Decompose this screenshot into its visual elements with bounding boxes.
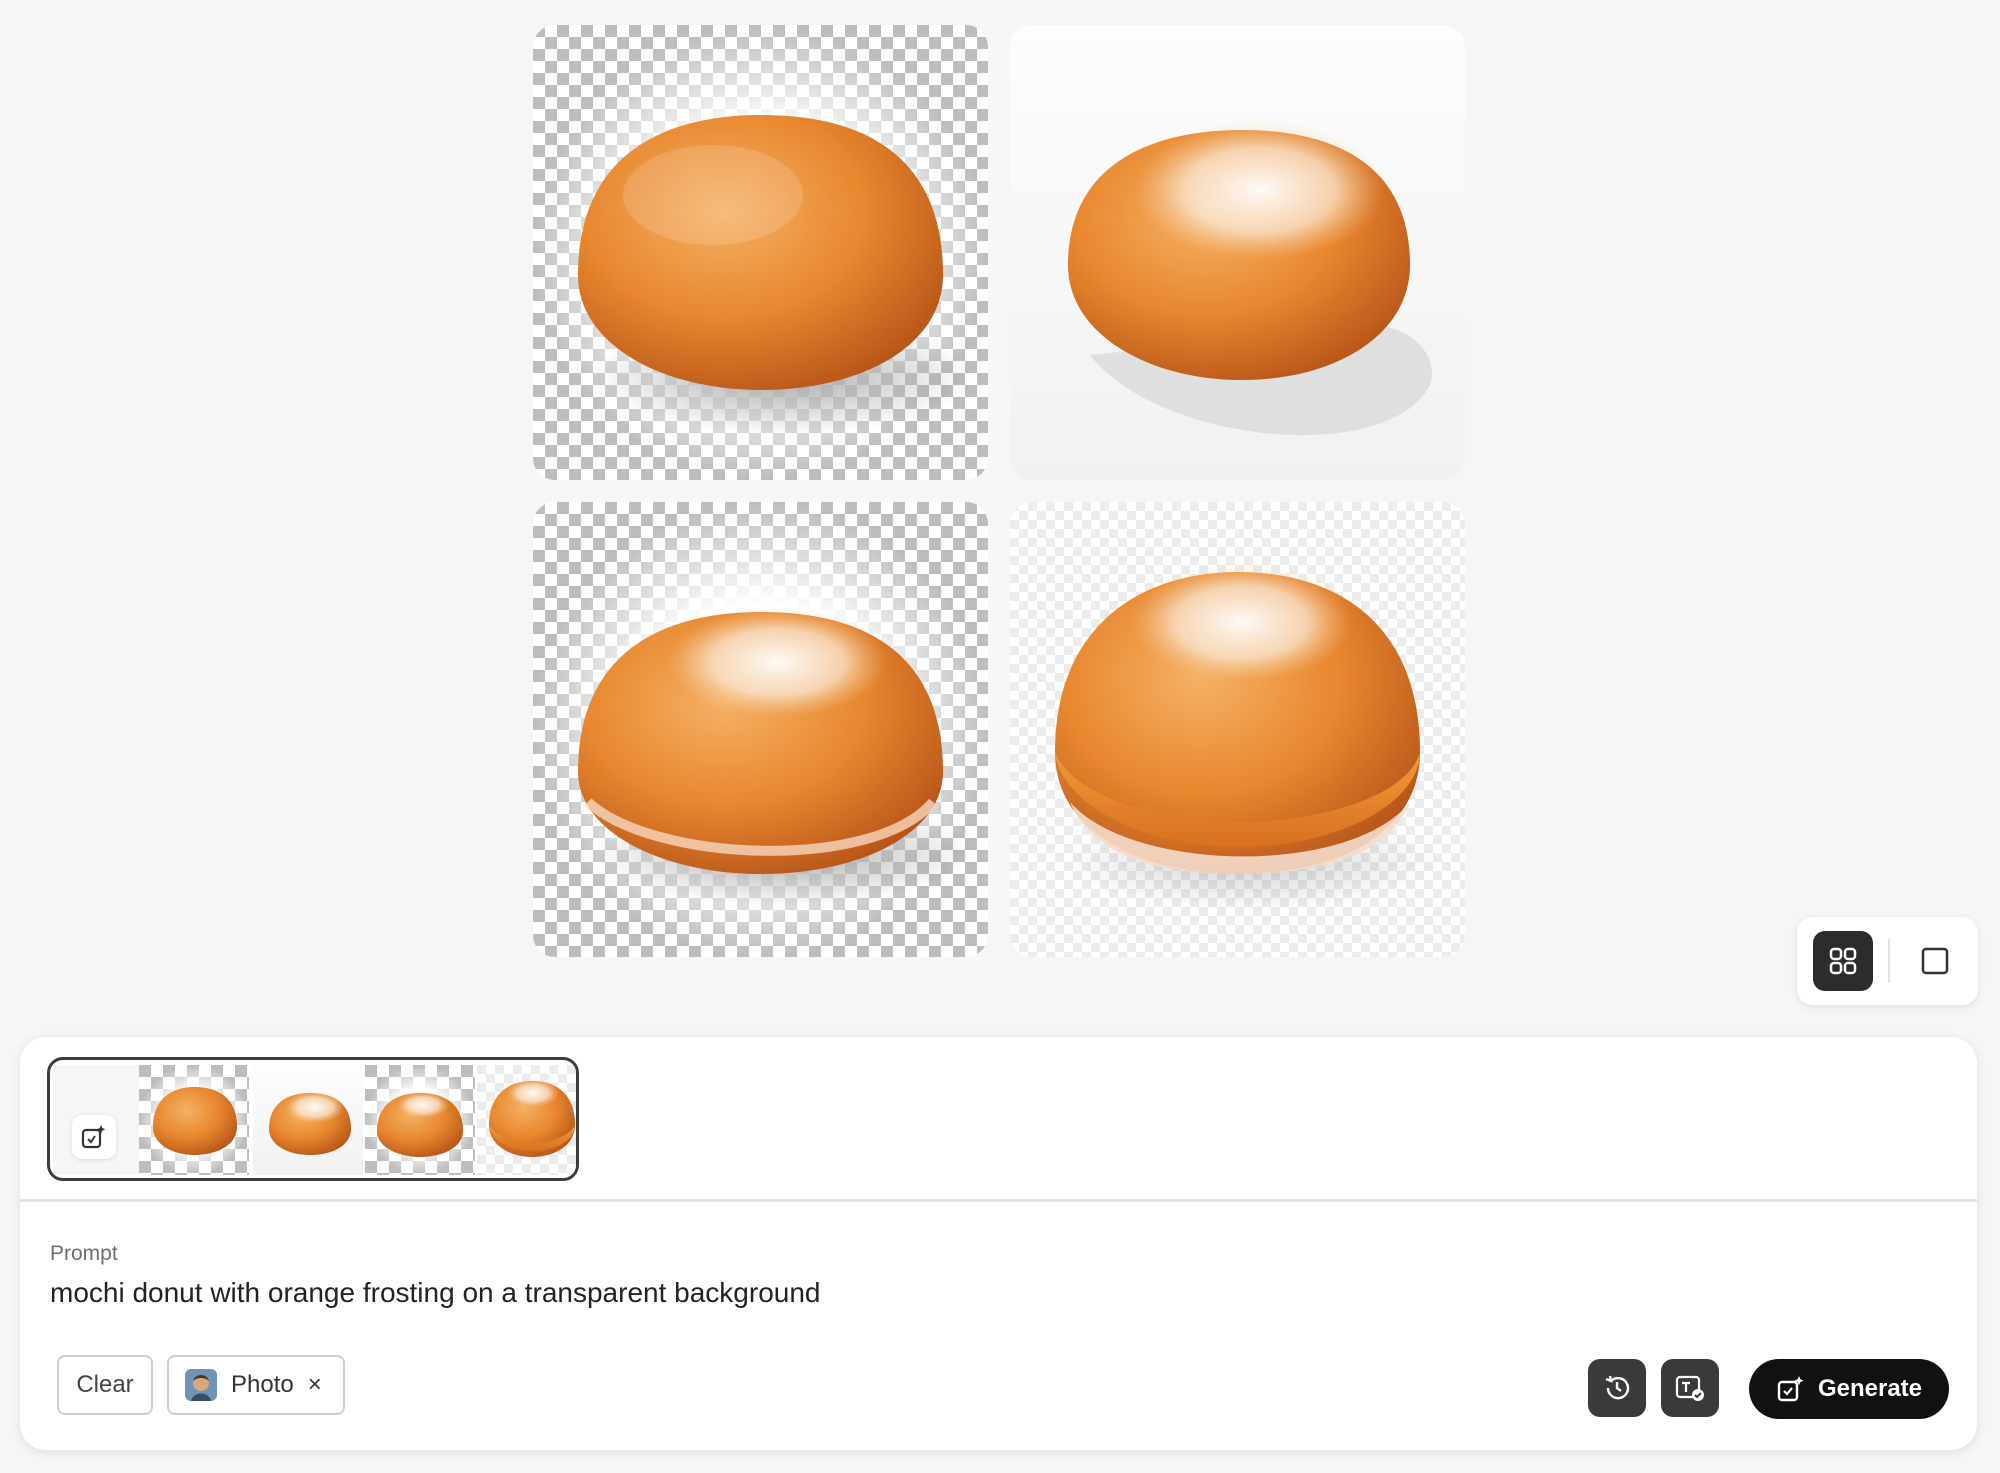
result-image-4[interactable] bbox=[1010, 502, 1465, 957]
close-icon[interactable]: × bbox=[308, 1373, 322, 1397]
single-view-icon bbox=[1921, 947, 1949, 975]
content-credentials-button[interactable] bbox=[1661, 1359, 1719, 1417]
result-image-3[interactable] bbox=[533, 502, 988, 957]
view-toggle bbox=[1797, 917, 1978, 1005]
toggle-divider bbox=[1888, 939, 1890, 983]
generate-button[interactable]: Generate bbox=[1749, 1359, 1949, 1419]
history-button[interactable] bbox=[1588, 1359, 1646, 1417]
prompt-input[interactable]: mochi donut with orange frosting on a tr… bbox=[50, 1277, 820, 1309]
photo-style-label: Photo bbox=[231, 1371, 294, 1398]
grid-view-icon bbox=[1829, 947, 1857, 975]
generate-label: Generate bbox=[1817, 1375, 1923, 1402]
mochi-donut-glazed-thumbnail bbox=[477, 1065, 576, 1175]
mochi-donut-sugared-thumbnail bbox=[365, 1065, 475, 1175]
generate-icon bbox=[1777, 1376, 1804, 1402]
generate-similar-icon bbox=[81, 1125, 106, 1149]
mochi-donut-sugared-thumbnail bbox=[253, 1065, 363, 1175]
thumbnail-1[interactable] bbox=[139, 1065, 249, 1175]
history-icon bbox=[1605, 1375, 1630, 1400]
prompt-panel: Prompt mochi donut with orange frosting … bbox=[20, 1037, 1977, 1450]
thumbnail-3[interactable] bbox=[365, 1065, 475, 1175]
mochi-donut-plain-thumbnail bbox=[139, 1065, 249, 1175]
photo-style-chip[interactable]: Photo × bbox=[167, 1355, 345, 1415]
thumbnail-2[interactable] bbox=[253, 1065, 363, 1175]
prompt-label: Prompt bbox=[50, 1242, 118, 1265]
mochi-donut-glazed-image bbox=[1010, 502, 1465, 957]
photo-style-thumbnail bbox=[185, 1369, 217, 1401]
generate-similar-button[interactable] bbox=[72, 1115, 116, 1159]
mochi-donut-plain-image bbox=[533, 25, 988, 480]
panel-divider bbox=[20, 1199, 1977, 1202]
mochi-donut-sugared-image bbox=[533, 502, 988, 957]
thumbnail-4[interactable] bbox=[477, 1065, 576, 1175]
mochi-donut-sugared-image bbox=[1010, 25, 1465, 480]
result-image-2[interactable] bbox=[1010, 25, 1465, 480]
thumbnail-strip bbox=[47, 1057, 579, 1181]
single-view-button[interactable] bbox=[1905, 931, 1965, 991]
result-image-1[interactable] bbox=[533, 25, 988, 480]
clear-button[interactable]: Clear bbox=[57, 1355, 153, 1415]
content-credentials-icon bbox=[1675, 1375, 1704, 1401]
grid-view-button[interactable] bbox=[1813, 931, 1873, 991]
